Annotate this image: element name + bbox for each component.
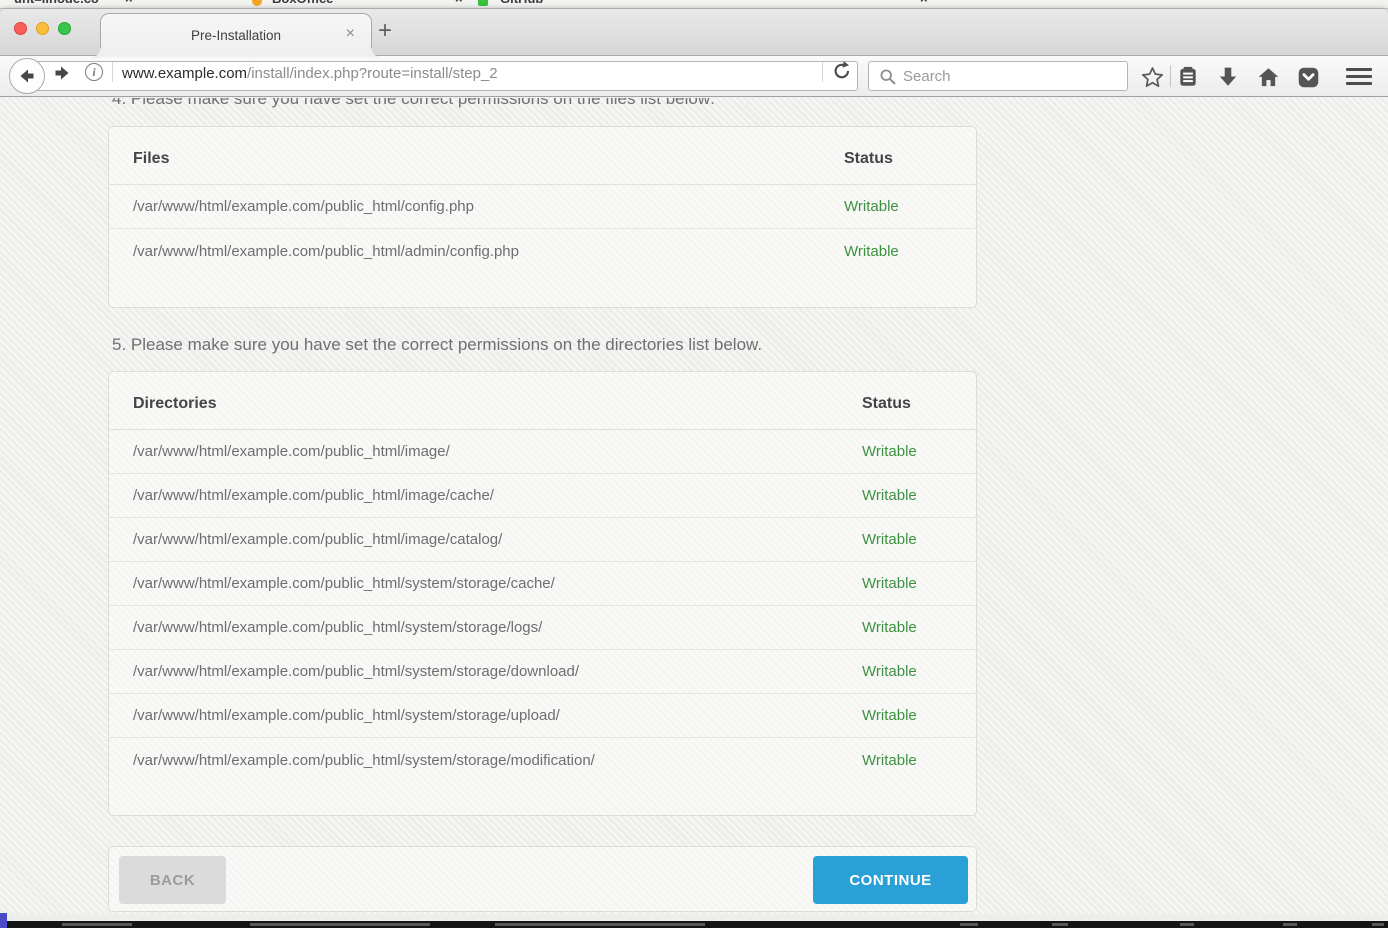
files-permissions-table: Files Status /var/www/html/example.com/p… — [108, 126, 977, 308]
url-text[interactable]: www.example.com/install/index.php?route=… — [122, 65, 498, 82]
tab-bar: Pre-Installation × + — [0, 9, 1388, 56]
status-value: Writable — [862, 752, 952, 769]
new-tab-button[interactable]: + — [378, 19, 392, 43]
path-cell: /var/www/html/example.com/public_html/sy… — [133, 575, 862, 592]
status-value: Writable — [862, 443, 952, 460]
background-tab-favicon — [478, 0, 488, 6]
search-input[interactable] — [903, 63, 1118, 89]
bookmarks-menu-button[interactable] — [1176, 65, 1200, 89]
files-rows: /var/www/html/example.com/public_html/co… — [109, 185, 976, 273]
menu-icon — [1346, 68, 1372, 71]
toolbar-separator — [1170, 65, 1171, 87]
reload-button[interactable] — [831, 60, 855, 84]
minimize-window-button[interactable] — [36, 22, 49, 35]
path-cell: /var/www/html/example.com/public_html/sy… — [133, 663, 862, 680]
table-row: /var/www/html/example.com/public_html/im… — [109, 430, 976, 474]
path-cell: /var/www/html/example.com/public_html/im… — [133, 531, 862, 548]
background-tab-title: BoxOffice — [272, 0, 333, 6]
bookmarks-list-icon — [1177, 66, 1199, 88]
reload-icon — [831, 60, 853, 82]
download-icon — [1217, 66, 1239, 88]
table-row: /var/www/html/example.com/public_html/co… — [109, 185, 976, 229]
table-row: /var/www/html/example.com/public_html/sy… — [109, 562, 976, 606]
path-cell: /var/www/html/example.com/public_html/ad… — [133, 243, 844, 260]
home-button[interactable] — [1256, 65, 1280, 89]
status-column-header: Status — [844, 150, 952, 168]
table-row: /var/www/html/example.com/public_html/sy… — [109, 606, 976, 650]
table-row: /var/www/html/example.com/public_html/ad… — [109, 229, 976, 273]
background-tab-close-icon: × — [920, 0, 928, 6]
background-tab-favicon — [252, 0, 262, 6]
forward-icon — [52, 63, 72, 83]
screen: unt=linode.co × BoxOffice × GitHub × Pre… — [0, 0, 1388, 928]
navigation-toolbar: i www.example.com/install/index.php?rout… — [0, 56, 1388, 97]
page-content: 4. Please make sure you have set the cor… — [0, 98, 1388, 914]
step5-heading: 5. Please make sure you have set the cor… — [112, 335, 762, 355]
tab-close-icon[interactable]: × — [346, 26, 355, 42]
files-column-header: Files — [133, 150, 844, 168]
path-cell: /var/www/html/example.com/public_html/sy… — [133, 752, 862, 769]
status-value: Writable — [844, 198, 952, 215]
close-window-button[interactable] — [14, 22, 27, 35]
background-bottom-window — [0, 921, 1388, 928]
forward-button[interactable] — [52, 63, 72, 83]
search-icon — [879, 68, 897, 86]
pocket-icon — [1297, 66, 1320, 89]
continue-button[interactable]: CONTINUE — [813, 856, 968, 904]
status-column-header: Status — [862, 395, 952, 413]
reload-separator — [822, 62, 823, 82]
status-value: Writable — [862, 663, 952, 680]
background-window-fragment — [0, 913, 7, 928]
tab-title: Pre-Installation — [191, 28, 281, 43]
firefox-window: Pre-Installation × + i www.example.com/i… — [0, 9, 1388, 921]
zoom-window-button[interactable] — [58, 22, 71, 35]
background-tab-close-icon: × — [455, 0, 463, 6]
table-row: /var/www/html/example.com/public_html/sy… — [109, 650, 976, 694]
background-window-tab-strip: unt=linode.co × BoxOffice × GitHub × — [0, 0, 1388, 9]
path-cell: /var/www/html/example.com/public_html/co… — [133, 198, 844, 215]
status-value: Writable — [862, 575, 952, 592]
path-cell: /var/www/html/example.com/public_html/im… — [133, 487, 862, 504]
url-host: www.example.com — [122, 65, 247, 82]
actions-panel: BACK CONTINUE — [108, 846, 977, 912]
table-header: Files Status — [109, 127, 976, 185]
url-path: /install/index.php?route=install/step_2 — [247, 65, 498, 82]
status-value: Writable — [862, 531, 952, 548]
back-icon — [17, 66, 37, 86]
background-tab-close-icon: × — [125, 0, 133, 6]
tab-pre-installation[interactable]: Pre-Installation × — [100, 13, 372, 57]
table-row: /var/www/html/example.com/public_html/sy… — [109, 694, 976, 738]
background-tab-title: GitHub — [500, 0, 543, 6]
status-value: Writable — [862, 619, 952, 636]
back-button[interactable] — [9, 58, 45, 94]
status-value: Writable — [862, 487, 952, 504]
table-row: /var/www/html/example.com/public_html/sy… — [109, 738, 976, 782]
table-header: Directories Status — [109, 372, 976, 430]
table-row: /var/www/html/example.com/public_html/im… — [109, 518, 976, 562]
back-button[interactable]: BACK — [119, 856, 226, 904]
home-icon — [1257, 66, 1280, 89]
status-value: Writable — [844, 243, 952, 260]
directories-permissions-table: Directories Status /var/www/html/example… — [108, 371, 977, 816]
star-icon — [1141, 66, 1164, 89]
site-info-icon[interactable]: i — [85, 63, 103, 81]
status-value: Writable — [862, 707, 952, 724]
directories-rows: /var/www/html/example.com/public_html/im… — [109, 430, 976, 782]
downloads-button[interactable] — [1216, 65, 1240, 89]
url-separator — [112, 62, 113, 82]
background-tab-title: unt=linode.co — [14, 0, 99, 6]
bookmark-star-button[interactable] — [1140, 65, 1164, 89]
pocket-button[interactable] — [1296, 65, 1320, 89]
path-cell: /var/www/html/example.com/public_html/sy… — [133, 619, 862, 636]
menu-button[interactable] — [1346, 68, 1372, 85]
directories-column-header: Directories — [133, 395, 862, 413]
search-box — [868, 61, 1128, 91]
step4-heading: 4. Please make sure you have set the cor… — [112, 98, 715, 109]
table-row: /var/www/html/example.com/public_html/im… — [109, 474, 976, 518]
path-cell: /var/www/html/example.com/public_html/im… — [133, 443, 862, 460]
path-cell: /var/www/html/example.com/public_html/sy… — [133, 707, 862, 724]
